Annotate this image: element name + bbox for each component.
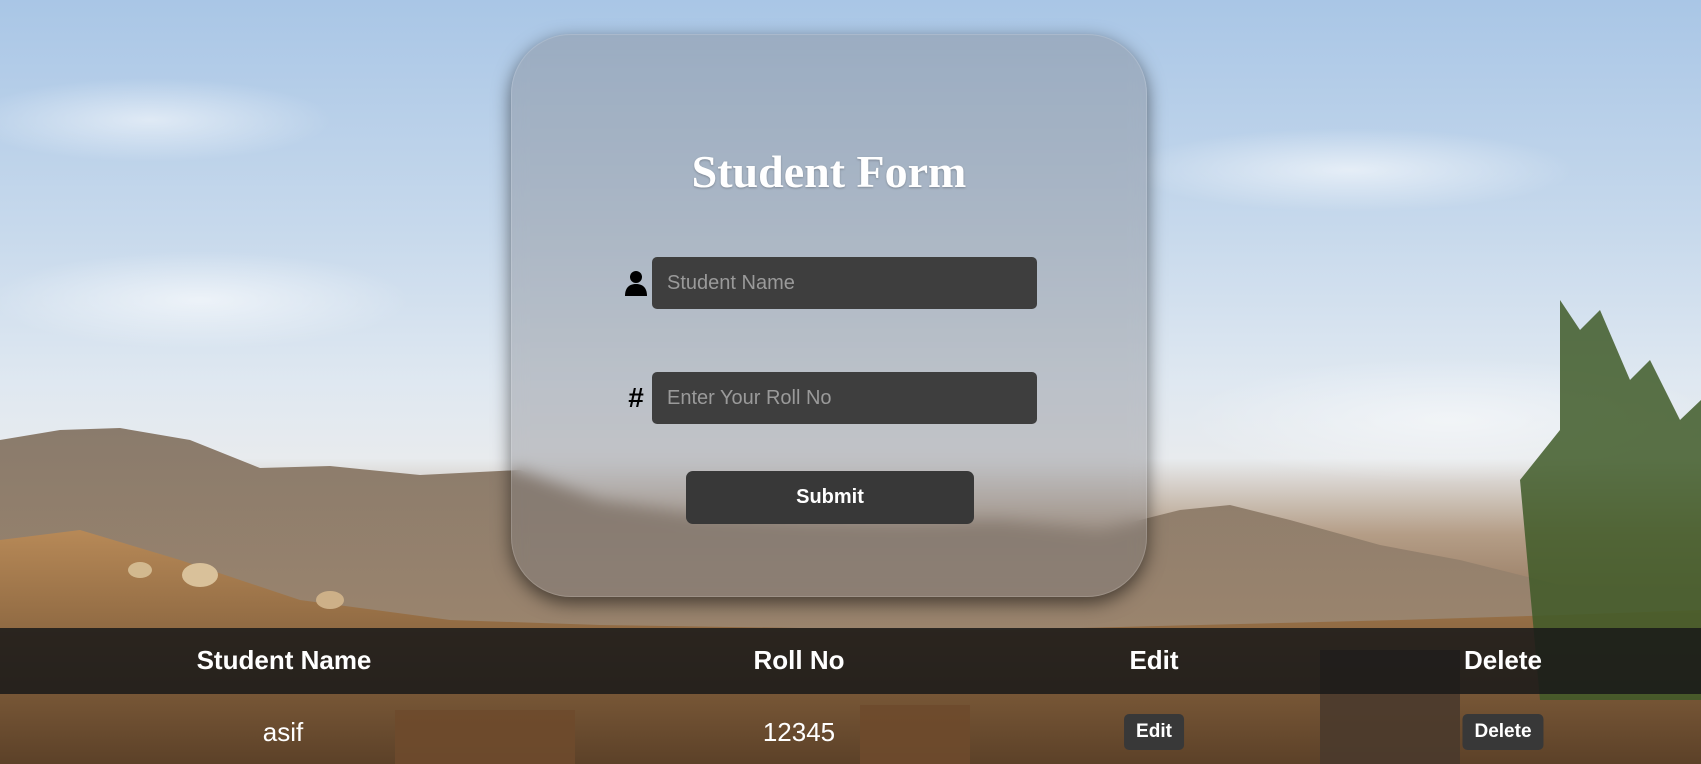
delete-button[interactable]: Delete — [1462, 714, 1544, 750]
roll-no-input[interactable] — [652, 372, 1037, 424]
roll-no-row: # — [620, 372, 1037, 424]
header-edit: Edit — [1129, 645, 1179, 675]
student-name-input[interactable] — [652, 257, 1037, 309]
header-roll-no: Roll No — [753, 645, 845, 675]
table-row: asif 12345 Edit Delete — [0, 694, 1701, 764]
user-icon — [620, 270, 652, 296]
student-name-row — [620, 257, 1037, 309]
table-header: Student Name Roll No Edit Delete — [0, 628, 1701, 694]
cell-student-name: asif — [262, 717, 304, 747]
header-delete: Delete — [1463, 645, 1543, 675]
submit-button[interactable]: Submit — [686, 471, 974, 524]
edit-button[interactable]: Edit — [1124, 714, 1184, 750]
form-title: Student Form — [691, 146, 967, 197]
hash-icon: # — [628, 382, 644, 413]
student-form-card: Student Form # Submit — [511, 34, 1147, 597]
header-student-name: Student Name — [196, 645, 372, 675]
cell-roll-no: 12345 — [762, 717, 836, 747]
